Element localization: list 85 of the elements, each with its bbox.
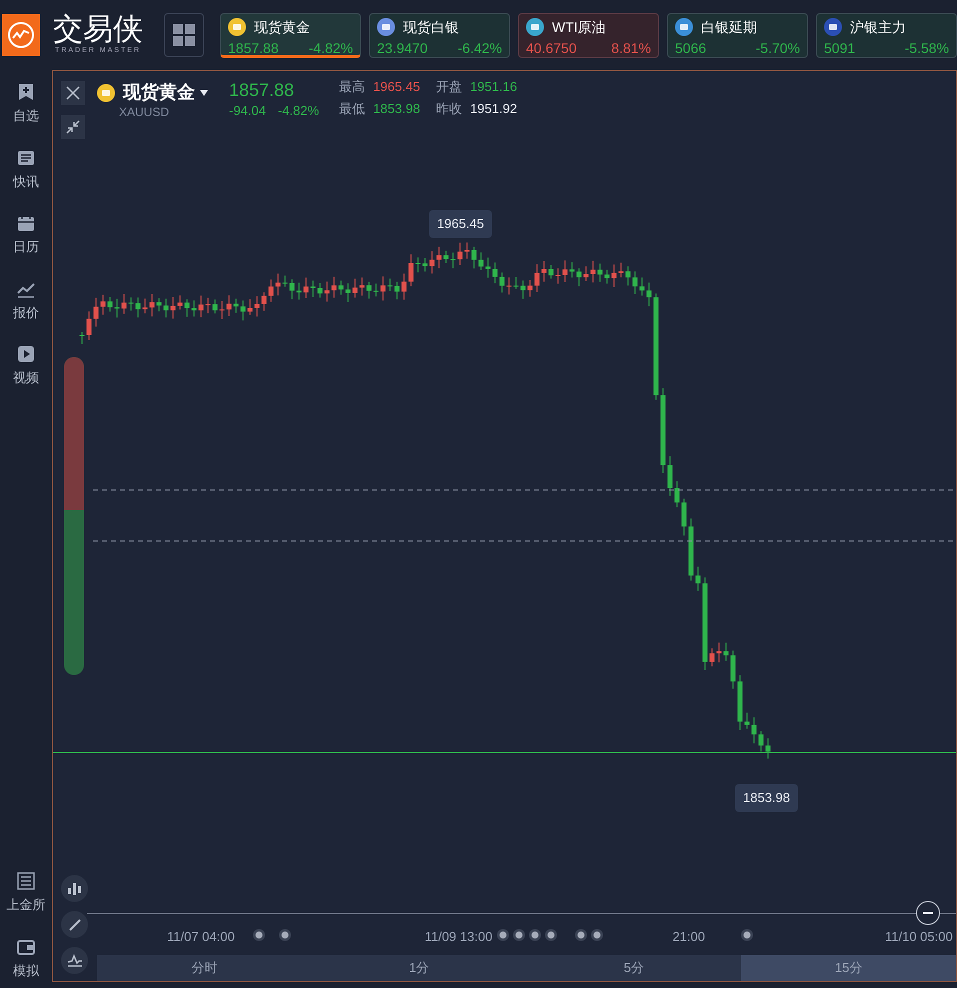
sidebar-item[interactable]: 快讯: [0, 148, 52, 191]
close-icon: [66, 86, 80, 100]
ticker-change: -5.70%: [756, 38, 800, 58]
ticker-price: 5066: [675, 38, 706, 58]
event-marker-icon: [529, 929, 541, 941]
draw-tool-button[interactable]: [61, 911, 88, 938]
ticker-card[interactable]: WTI原油 40.6750 8.81%: [518, 12, 659, 58]
collapse-icon: [66, 120, 80, 134]
ticker-name: 现货白银: [403, 18, 459, 36]
ticker-price: 40.6750: [526, 38, 577, 58]
ticker-price: 5091: [824, 38, 856, 58]
stat-label: 最低: [339, 100, 366, 118]
ticker-price: 23.9470: [377, 38, 428, 58]
ticker-name: WTI原油: [552, 18, 606, 36]
close-button[interactable]: [61, 81, 85, 105]
stat-value: 1951.16: [470, 78, 518, 96]
dropdown-caret-icon[interactable]: [199, 88, 209, 96]
event-marker-icon: [575, 929, 587, 941]
event-marker-icon: [253, 929, 265, 941]
time-axis-label: 11/09 13:00: [424, 928, 492, 946]
coin-icon: [526, 18, 544, 36]
stat-value: 1853.98: [373, 100, 420, 118]
sidebar-item[interactable]: 视频: [0, 344, 52, 388]
coin-icon: [97, 84, 115, 102]
low-price-tooltip: 1853.98: [735, 784, 798, 812]
collapse-button[interactable]: [61, 115, 85, 139]
logo-icon: [2, 14, 40, 56]
exchange-logo-icon: [16, 871, 36, 891]
event-marker-icon: [497, 929, 509, 941]
time-axis-label: 21:00: [672, 928, 705, 946]
time-axis-label: 11/10 05:00: [884, 928, 953, 946]
grid-menu-button[interactable]: [164, 13, 204, 57]
coin-icon: [824, 18, 842, 36]
timeframe-tab[interactable]: 分时: [97, 955, 312, 981]
ticker-name: 沪银主力: [850, 18, 906, 36]
ticker-card[interactable]: 沪银主力 5091 -5.58%: [816, 12, 957, 58]
minus-icon: [923, 912, 933, 914]
sidebar-item[interactable]: 报价: [0, 278, 52, 322]
price-change: -94.04: [229, 102, 266, 120]
ticker-name: 白银延期: [701, 18, 757, 36]
stat-value: 1951.92: [470, 100, 518, 118]
event-marker-icon: [741, 929, 753, 941]
instrument-name: 现货黄金: [123, 81, 195, 104]
timeframe-tab[interactable]: 15分: [741, 955, 956, 981]
coin-icon: [377, 18, 395, 36]
coin-icon: [228, 18, 246, 36]
indicator-icon: [66, 954, 82, 968]
stat-label: 昨收: [436, 100, 462, 118]
event-marker-icon: [591, 929, 603, 941]
instrument-code: XAUUSD: [119, 106, 170, 118]
timeframe-tab[interactable]: 1分: [312, 955, 526, 981]
event-marker-icon: [545, 929, 557, 941]
timeframe-tab[interactable]: 5分: [526, 955, 742, 981]
ticker-change: -5.58%: [904, 38, 949, 58]
event-marker-icon: [279, 929, 291, 941]
bookmark-plus-icon: [16, 82, 36, 102]
indicator-button[interactable]: [61, 947, 88, 974]
event-marker-icon: [513, 929, 525, 941]
pen-icon: [68, 918, 82, 932]
sidebar-item[interactable]: 日历: [0, 213, 52, 256]
app-name: 交易侠: [53, 14, 143, 46]
stat-value: 1965.45: [373, 78, 420, 96]
ticker-change: -4.82%: [308, 38, 353, 58]
sidebar-item[interactable]: 自选: [0, 82, 52, 126]
candlestick-icon: [66, 882, 82, 896]
ticker-change: 8.81%: [611, 38, 651, 58]
stat-label: 开盘: [436, 78, 462, 96]
sidebar-item[interactable]: 上金所: [0, 871, 52, 914]
high-price-tooltip: 1965.45: [429, 210, 492, 238]
coin-icon: [675, 18, 693, 36]
last-price: 1857.88: [229, 79, 296, 101]
time-axis-label: 11/07 04:00: [167, 928, 235, 946]
ticker-card[interactable]: 现货白银 23.9470 -6.42%: [369, 12, 510, 58]
stat-label: 最高: [339, 78, 366, 96]
ticker-card[interactable]: 白银延期 5066 -5.70%: [667, 12, 808, 58]
ticker-change: -6.42%: [458, 38, 502, 58]
play-icon: [16, 344, 36, 364]
sidebar-item[interactable]: 模拟: [0, 936, 52, 980]
grid-icon: [173, 24, 195, 46]
zoom-out-button[interactable]: [916, 901, 940, 925]
ticker-card[interactable]: 现货黄金 1857.88 -4.82%: [220, 12, 361, 58]
ticker-price: 1857.88: [228, 38, 279, 58]
chart-type-button[interactable]: [61, 875, 88, 902]
ticker-name: 现货黄金: [254, 18, 310, 36]
price-change-percent: -4.82%: [278, 102, 320, 120]
